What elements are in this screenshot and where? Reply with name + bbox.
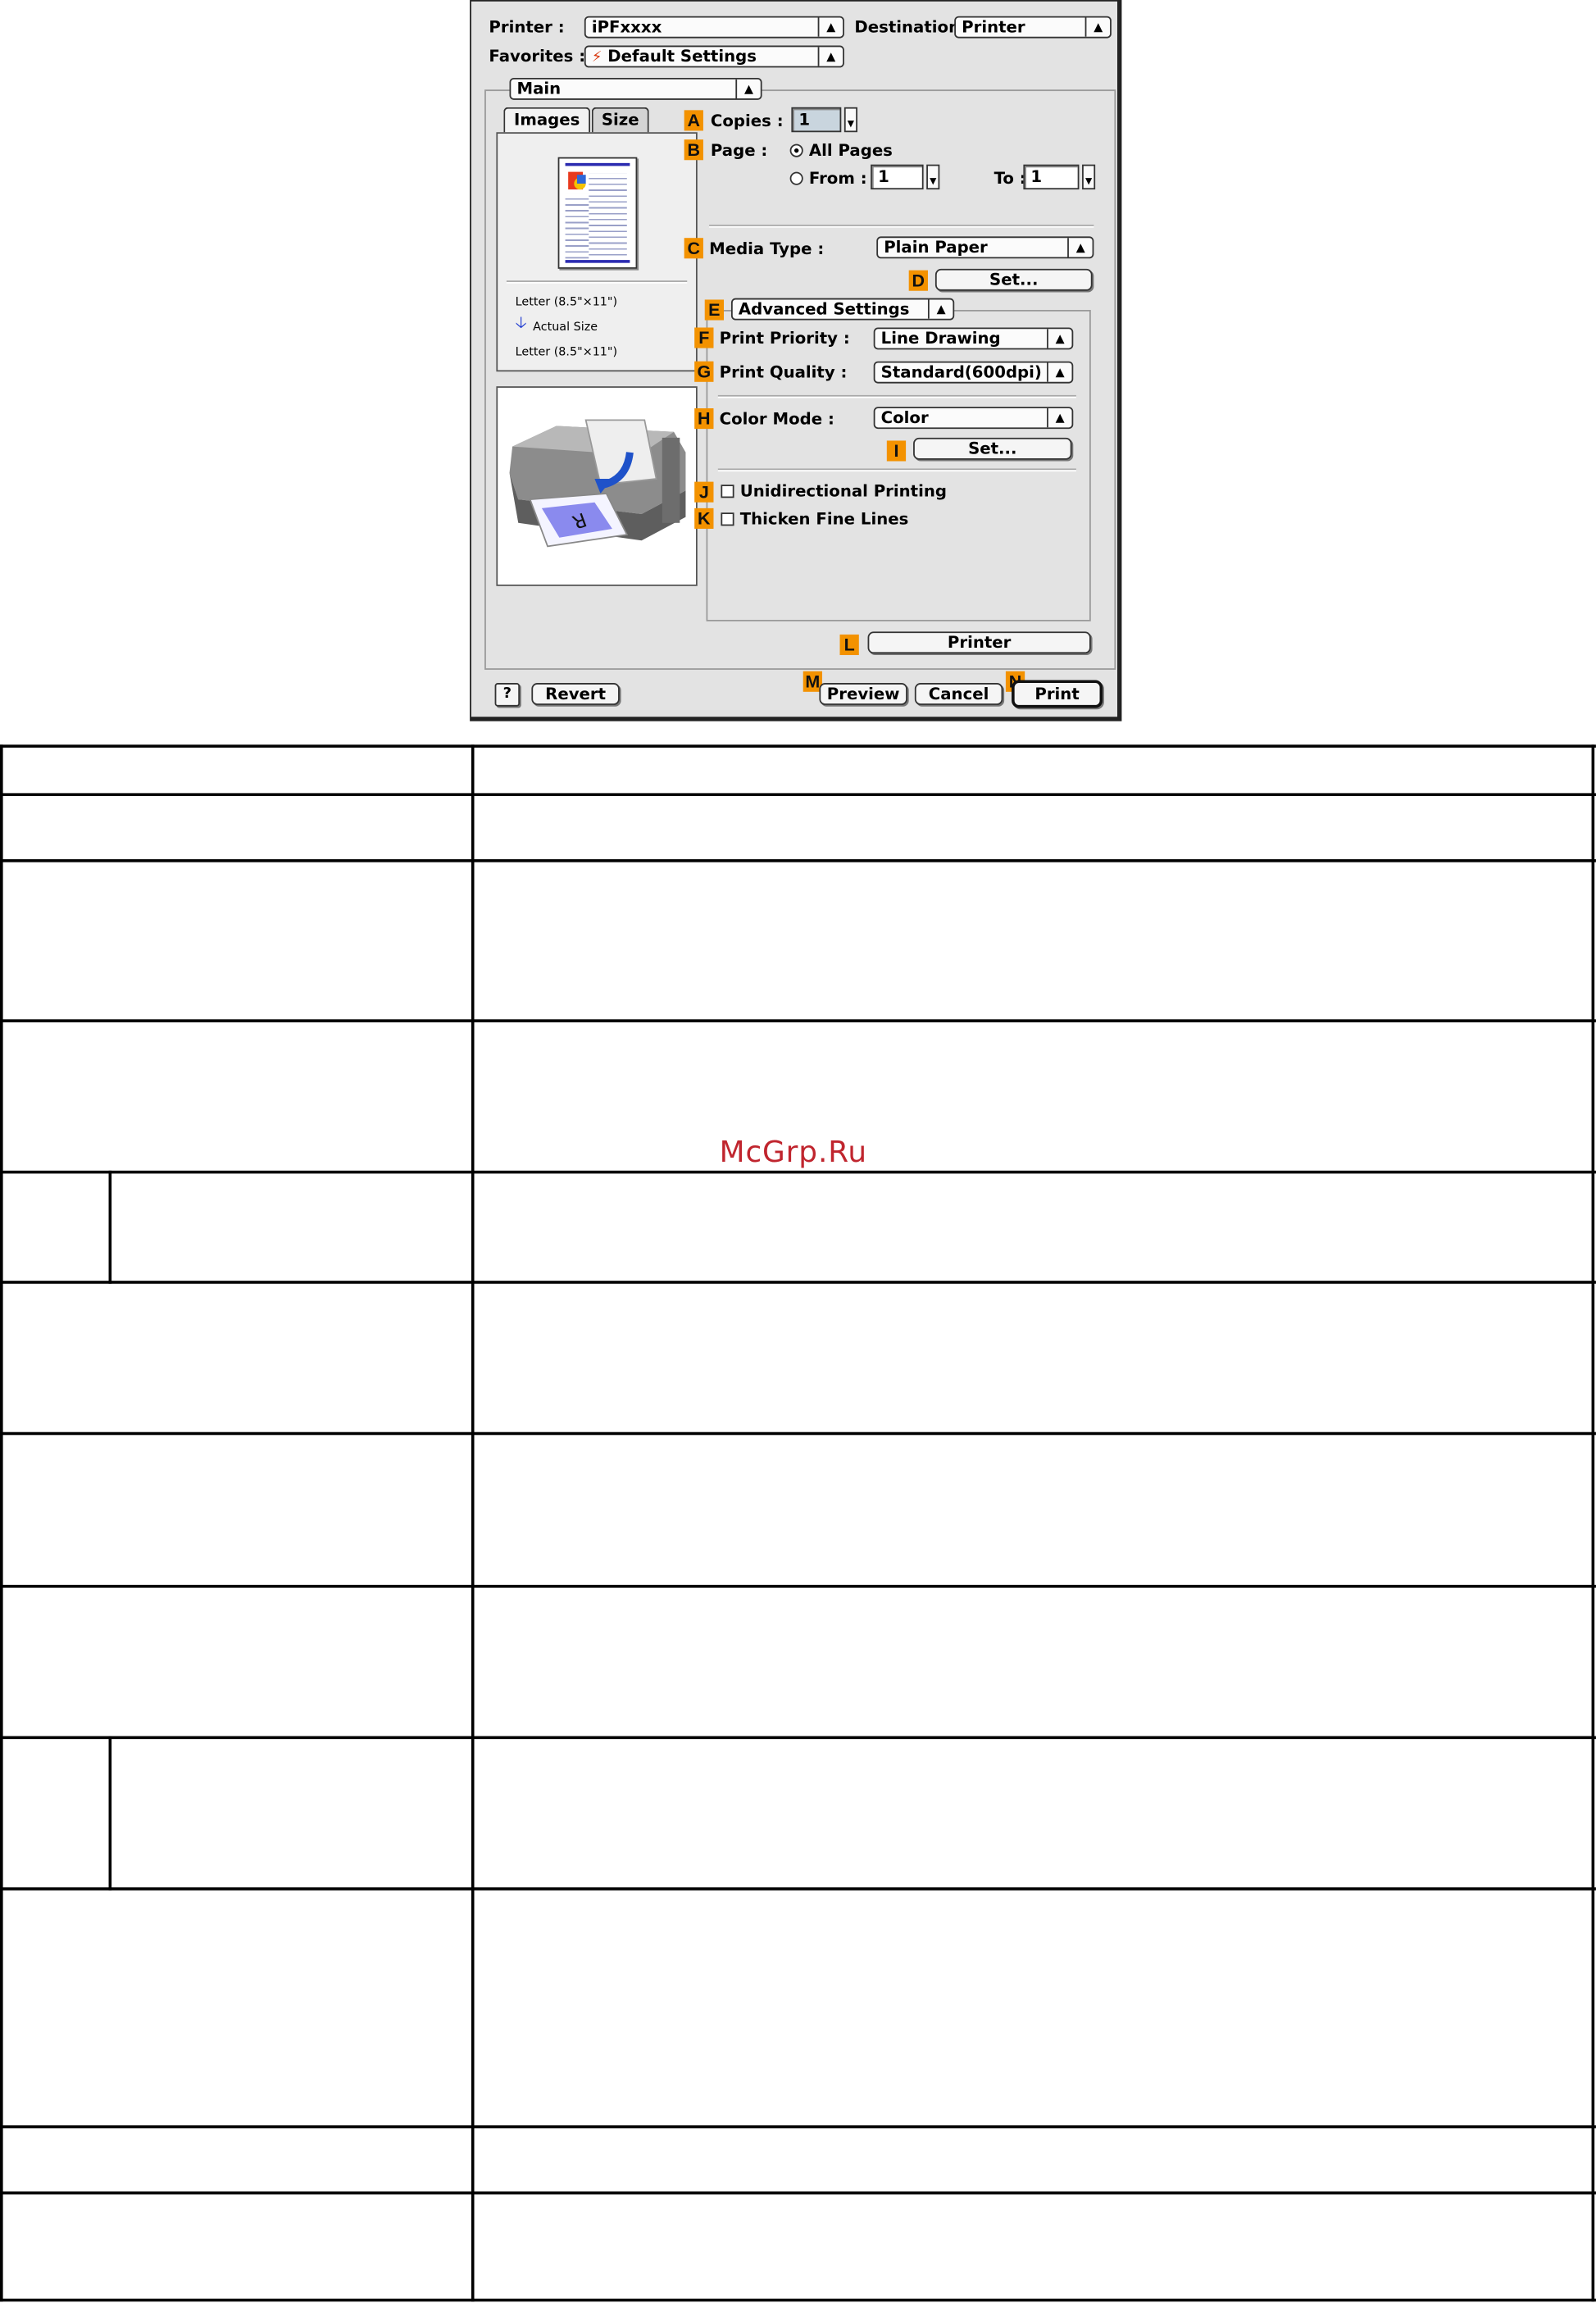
thicken-checkbox[interactable] [721,512,734,526]
color-mode-popup[interactable]: Color ▲ [873,407,1074,430]
color-set-button[interactable]: Set... [913,437,1072,460]
favorites-flame-icon: ⚡ [591,49,602,66]
media-type-popup-value: Plain Paper [884,238,988,257]
description-table [0,744,1596,2303]
popup-arrows-icon: ▲ [1047,362,1071,382]
page-thumbnail [557,157,638,269]
favorites-popup-value: Default Settings [607,47,757,66]
callout-h: H [694,408,714,430]
printer-popup[interactable]: iPFxxxx ▲ [584,16,844,39]
copies-stepper[interactable]: ▼ [843,107,858,133]
to-field[interactable]: 1 [1023,164,1080,190]
unidirectional-checkbox[interactable] [721,485,734,498]
panel-popup[interactable]: Main ▲ [509,77,762,100]
callout-l: L [839,634,859,656]
advanced-settings-popup-value: Advanced Settings [738,299,910,319]
from-field[interactable]: 1 [871,164,924,190]
callout-i: I [886,440,907,462]
media-set-button[interactable]: Set... [934,268,1093,291]
copies-label: Copies : [710,112,784,131]
cancel-button[interactable]: Cancel [914,683,1003,705]
advanced-settings-popup[interactable]: Advanced Settings ▲ [730,298,955,321]
callout-c: C [684,238,703,259]
print-priority-popup-value: Line Drawing [880,329,1001,348]
revert-button[interactable]: Revert [531,683,620,705]
popup-arrows-icon: ▲ [1084,17,1110,37]
thicken-label: Thicken Fine Lines [739,509,909,529]
tab-images-label: Images [513,110,580,130]
print-dialog: Printer : iPFxxxx ▲ Destination : Printe… [470,0,1122,721]
tab-images[interactable]: Images [503,107,591,135]
tab-size-label: Size [601,110,639,130]
destination-popup-value: Printer [962,17,1025,37]
tab-size[interactable]: Size [591,107,649,134]
printer-popup-value: iPFxxxx [591,17,662,37]
callout-a: A [684,110,703,131]
down-arrow-icon: 🡣 [515,312,527,332]
print-button[interactable]: Print [1012,680,1103,708]
printer-illustration-graphic: R [509,419,686,548]
from-stepper[interactable]: ▼ [926,164,940,190]
favorites-label: Favorites : [489,47,586,66]
color-mode-popup-value: Color [880,408,929,428]
print-priority-label: Print Priority : [719,329,850,348]
callout-f: F [694,327,714,348]
scale-label: Actual Size [533,320,598,334]
popup-arrows-icon: ▲ [735,79,760,99]
to-stepper[interactable]: ▼ [1082,164,1096,190]
print-priority-popup[interactable]: Line Drawing ▲ [873,327,1074,350]
print-quality-popup-value: Standard(600dpi) [880,362,1042,382]
popup-arrows-icon: ▲ [927,299,953,319]
popup-arrows-icon: ▲ [1067,238,1092,257]
printer-illustration: R [496,386,698,586]
unidirectional-label: Unidirectional Printing [739,481,948,501]
paper-size-bottom: Letter (8.5"×11") [515,345,618,359]
watermark-text: McGrp.Ru [719,1134,868,1170]
callout-g: G [694,361,714,382]
callout-j: J [694,481,714,503]
callout-b: B [684,139,703,161]
help-button[interactable]: ? [494,683,521,707]
advanced-settings-frame [706,310,1091,621]
callout-d: D [908,270,928,291]
popup-arrows-icon: ▲ [817,47,843,66]
all-pages-label: All Pages [808,140,893,161]
media-type-popup[interactable]: Plain Paper ▲ [876,236,1094,259]
all-pages-radio[interactable] [789,143,803,157]
to-label: To : [994,169,1026,189]
preview-button[interactable]: Preview [819,683,907,705]
printer-button[interactable]: Printer [867,631,1091,654]
from-radio[interactable] [789,171,803,185]
media-type-label: Media Type : [709,239,825,259]
copies-field[interactable]: 1 [791,107,842,133]
page-label: Page : [710,140,768,161]
favorites-popup[interactable]: ⚡ Default Settings ▲ [584,45,844,68]
popup-arrows-icon: ▲ [1047,329,1071,348]
paper-size-top: Letter (8.5"×11") [515,295,618,309]
color-mode-label: Color Mode : [719,409,834,430]
from-label: From : [808,169,867,189]
print-quality-label: Print Quality : [719,362,848,382]
help-icon: ? [502,685,512,703]
panel-popup-value: Main [516,79,562,99]
popup-arrows-icon: ▲ [817,17,843,37]
destination-popup[interactable]: Printer ▲ [954,16,1112,39]
printer-label: Printer : [489,17,565,37]
callout-k: K [694,507,714,529]
page-preview-box: Letter (8.5"×11") 🡣 Actual Size Letter (… [496,132,698,372]
print-quality-popup[interactable]: Standard(600dpi) ▲ [873,361,1074,384]
popup-arrows-icon: ▲ [1047,408,1071,428]
callout-e: E [704,299,725,321]
